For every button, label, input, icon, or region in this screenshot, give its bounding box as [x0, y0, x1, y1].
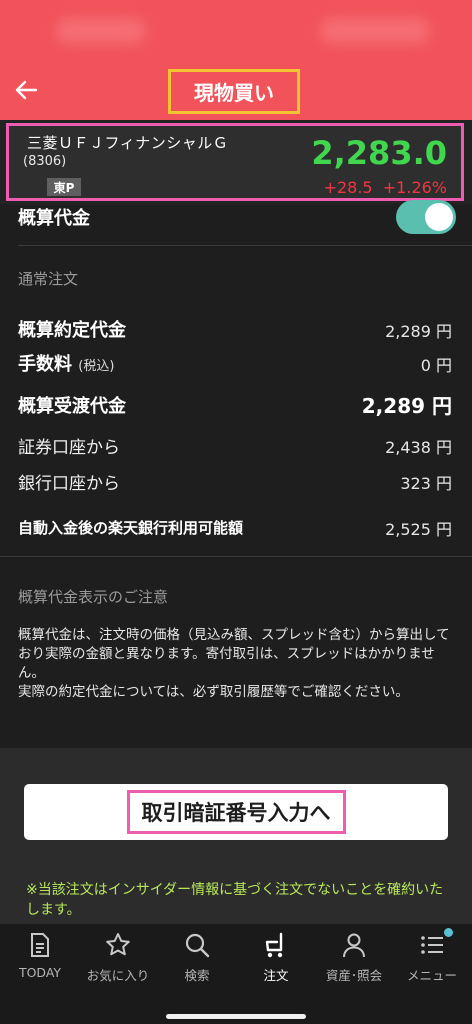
fee-label: 手数料 — [18, 354, 72, 375]
tab-label-order: 注文 — [263, 968, 289, 983]
insider-disclaimer: ※当該注文はインサイダー情報に基づく注文でないことを確約いたします。 — [26, 882, 444, 918]
star-icon — [106, 933, 130, 956]
row-value-estimated-contract: 2,289 円 — [385, 322, 452, 341]
divider — [0, 556, 472, 557]
app-header: 現物買い — [0, 60, 472, 120]
home-indicator[interactable] — [166, 1014, 306, 1019]
row-label-bank-available: 自動入金後の楽天銀行利用可能額 — [18, 519, 244, 537]
row-label-fee: 手数料 (税込) — [18, 350, 114, 376]
estimate-toggle-label: 概算代金 — [18, 208, 90, 229]
back-arrow-icon[interactable] — [10, 74, 42, 106]
row-value-fee: 0 円 — [420, 356, 452, 375]
row-label-bank-account: 銀行口座から — [18, 474, 120, 494]
status-bar — [0, 0, 472, 60]
toggle-knob — [425, 203, 453, 231]
notification-dot — [444, 928, 453, 937]
price-change: +28.5 +1.26% — [324, 178, 447, 197]
price-change-value: +28.5 — [323, 178, 373, 197]
tab-bar: TODAY お気に入り 検索 注文 資産･照会 メニュー — [0, 924, 472, 1024]
tab-favorites[interactable]: お気に入り — [78, 930, 158, 984]
market-badge: 東P — [47, 178, 81, 196]
notes-body: 概算代金は、注文時の価格（見込み額、スプレッド含む）から算出しており実際の金額と… — [18, 626, 458, 702]
row-label-securities-account: 証券口座から — [18, 438, 120, 458]
tab-menu[interactable]: メニュー — [392, 928, 472, 984]
estimate-toggle-row: 概算代金 — [0, 200, 472, 246]
stock-name: 三菱ＵＦＪフィナンシャルＧ — [27, 134, 229, 152]
status-bar-time-redacted — [56, 18, 146, 44]
estimate-toggle[interactable] — [396, 200, 456, 234]
tab-label-favorites: お気に入り — [86, 968, 150, 983]
fee-tax-note: (税込) — [78, 359, 115, 374]
divider — [18, 245, 472, 246]
pin-entry-button-label: 取引暗証番号入力へ — [126, 790, 346, 834]
section-label-normal-order: 通常注文 — [18, 270, 79, 288]
status-bar-icons-redacted — [320, 18, 430, 44]
stock-card[interactable]: 三菱ＵＦＪフィナンシャルＧ (8306) 東P 2,283.0 +28.5 +1… — [6, 123, 464, 201]
notes-paragraph-1: 概算代金は、注文時の価格（見込み額、スプレッド含む）から算出しており実際の金額と… — [18, 627, 450, 681]
tab-assets[interactable]: 資産･照会 — [314, 930, 394, 984]
document-icon — [31, 933, 49, 957]
price-change-percent: +1.26% — [382, 178, 447, 197]
row-value-securities-account: 2,438 円 — [385, 438, 452, 457]
tab-label-search: 検索 — [184, 968, 210, 983]
search-icon — [185, 933, 210, 958]
notes-title: 概算代金表示のご注意 — [18, 588, 169, 606]
person-icon — [343, 933, 365, 958]
tab-search[interactable]: 検索 — [157, 930, 237, 984]
page-title: 現物買い — [168, 69, 300, 114]
action-area: 取引暗証番号入力へ ※当該注文はインサイダー情報に基づく注文でないことを確約いた… — [0, 748, 472, 924]
stock-code: (8306) — [23, 154, 67, 169]
row-value-bank-available: 2,525 円 — [385, 520, 452, 539]
tab-label-today: TODAY — [18, 965, 62, 980]
tab-label-menu: メニュー — [406, 968, 457, 983]
tab-order[interactable]: 注文 — [236, 930, 316, 984]
notes-paragraph-2: 実際の約定代金については、必ず取引履歴等でご確認ください。 — [18, 684, 409, 700]
tab-label-assets: 資産･照会 — [325, 968, 383, 983]
pin-entry-button[interactable]: 取引暗証番号入力へ — [24, 784, 448, 840]
cart-icon — [265, 932, 283, 958]
row-value-estimated-settlement: 2,289 円 — [361, 394, 452, 418]
stock-price: 2,283.0 — [311, 134, 447, 172]
tab-today[interactable]: TODAY — [0, 930, 80, 980]
row-label-estimated-contract: 概算約定代金 — [18, 320, 126, 341]
menu-icon — [421, 936, 443, 954]
row-label-estimated-settlement: 概算受渡代金 — [18, 396, 126, 417]
row-value-bank-account: 323 円 — [400, 474, 452, 493]
stock-summary: 三菱ＵＦＪフィナンシャルＧ (8306) 東P 2,283.0 +28.5 +1… — [0, 120, 472, 204]
